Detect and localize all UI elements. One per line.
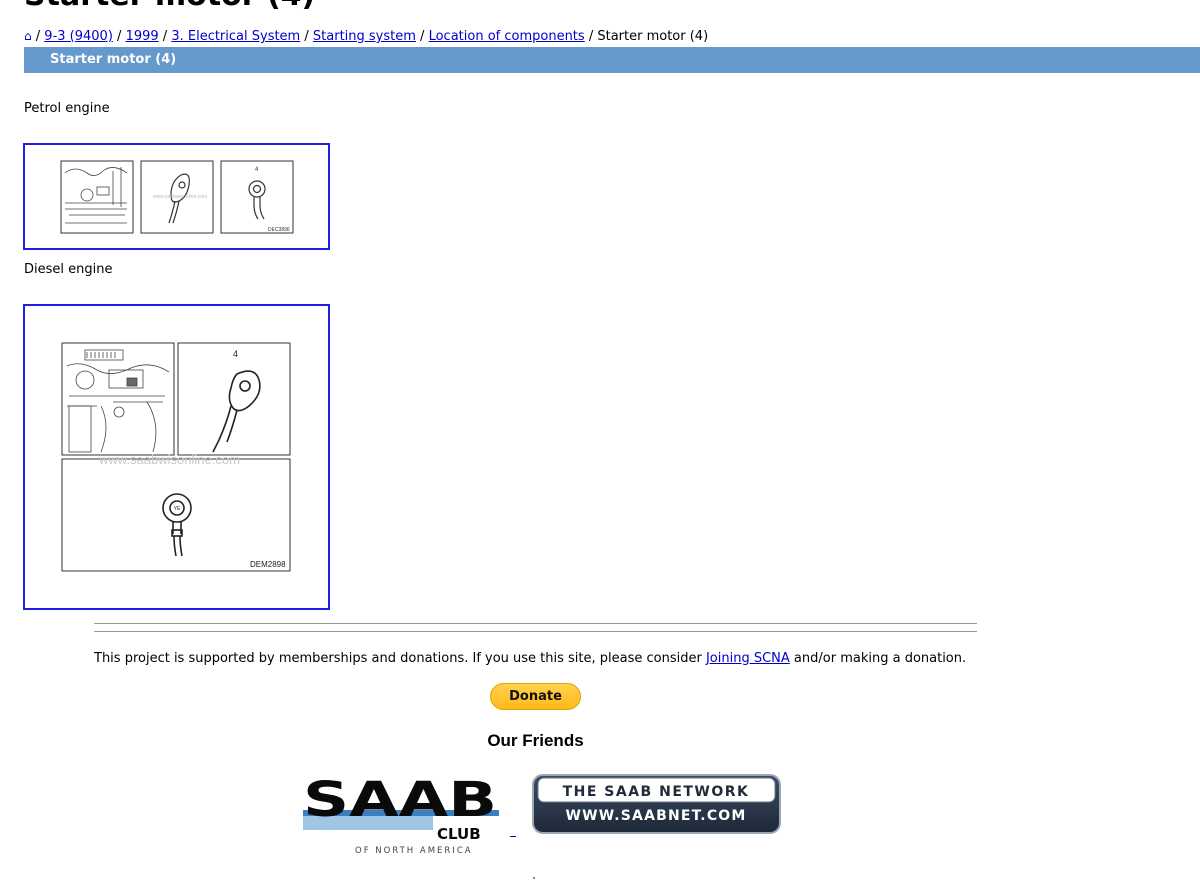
breadcrumb-link-model[interactable]: 9-3 (9400) <box>44 29 113 44</box>
tracking-pixel <box>533 877 535 879</box>
saab-network-logo-title: THE SAAB NETWORK <box>563 784 750 800</box>
breadcrumb-separator: / <box>117 29 122 44</box>
diesel-figure-code: DEM2898 <box>250 560 286 569</box>
saab-club-logo-subtitle: OF NORTH AMERICA <box>355 846 473 856</box>
our-friends-heading: Our Friends <box>487 731 584 750</box>
saab-network-logo[interactable]: THE SAAB NETWORK WWW.SAABNET.COM <box>532 774 782 836</box>
diesel-engine-diagram: 4 YE DEM2898 www.saabwisonline.com <box>61 342 291 572</box>
petrol-figure-code: DEC3896 <box>268 227 290 233</box>
join-scna-link[interactable]: Joining SCNA <box>706 651 790 666</box>
logo-link-underline <box>510 836 516 837</box>
saab-network-logo-url: WWW.SAABNET.COM <box>565 808 746 824</box>
section-header-bar: Starter motor (4) <box>24 47 1200 73</box>
breadcrumb-link-electrical-system[interactable]: 3. Electrical System <box>171 29 300 44</box>
breadcrumb-link-starting-system[interactable]: Starting system <box>313 29 416 44</box>
footer-divider <box>94 631 977 632</box>
petrol-watermark: www.saabwisonline.com <box>153 194 207 200</box>
diesel-engine-figure[interactable]: 4 YE DEM2898 www.saabwisonline.com <box>23 304 330 610</box>
petrol-engine-label: Petrol engine <box>24 101 110 116</box>
page-title: Starter motor (4) <box>24 0 315 14</box>
diesel-watermark: www.saabwisonline.com <box>98 452 240 467</box>
home-icon[interactable]: ⌂ <box>24 29 32 43</box>
support-tail: and/or making a donation. <box>789 651 967 666</box>
breadcrumb: ⌂ / 9-3 (9400) / 1999 / 3. Electrical Sy… <box>24 27 708 46</box>
diesel-engine-label: Diesel engine <box>24 262 113 277</box>
support-message: This project is supported by memberships… <box>94 650 966 668</box>
breadcrumb-separator: / <box>588 29 594 44</box>
diesel-callout-number: 4 <box>233 349 238 359</box>
donate-button[interactable]: Donate <box>490 683 581 710</box>
breadcrumb-separator: / <box>162 29 168 44</box>
breadcrumb-separator: / <box>304 29 309 44</box>
saab-club-logo[interactable]: SAAB CLUB OF NORTH AMERICA <box>303 776 503 856</box>
breadcrumb-separator: / <box>35 29 41 44</box>
saab-club-logo-club: CLUB <box>437 825 481 843</box>
breadcrumb-link-location-of-components[interactable]: Location of components <box>429 29 585 44</box>
petrol-engine-diagram: 4 DEC3896 www.saabwisonline.com <box>60 160 294 234</box>
diesel-ring-label: YE <box>174 506 181 512</box>
support-text: This project is supported by memberships… <box>94 651 706 666</box>
petrol-engine-figure[interactable]: 4 DEC3896 www.saabwisonline.com <box>23 143 330 250</box>
footer-divider <box>94 623 977 624</box>
breadcrumb-current: Starter motor (4) <box>597 29 709 44</box>
saab-club-logo-wordmark: SAAB <box>303 776 497 828</box>
breadcrumb-link-year[interactable]: 1999 <box>126 29 159 44</box>
breadcrumb-separator: / <box>420 29 425 44</box>
